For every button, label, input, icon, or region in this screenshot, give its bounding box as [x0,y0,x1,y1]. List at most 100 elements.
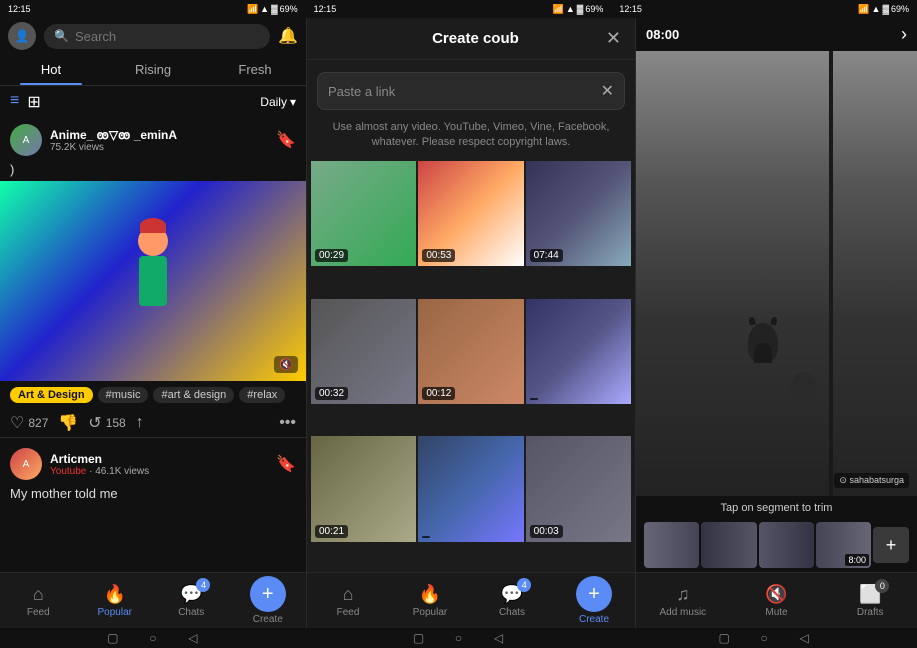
circle-button-mid[interactable]: ○ [449,628,469,648]
video-thumb-2[interactable]: 00:53 [418,161,523,266]
back-button-right[interactable]: ◁ [794,628,814,648]
add-clip-button[interactable]: + [873,527,909,563]
plus-clip-icon: + [886,535,897,556]
content-area[interactable]: A Anime_ ꙭ▽ꙭ _eminA 75.2K views 🔖 ) [0,118,306,572]
volume-icon[interactable]: 🔇 [274,356,298,373]
tag-relax[interactable]: #relax [239,387,285,403]
video-thumb-6[interactable] [526,299,631,404]
video-thumb-8[interactable] [418,436,523,541]
tab-hot[interactable]: Hot [0,54,102,85]
avatar-icon: 👤 [15,29,30,43]
tag-music[interactable]: #music [98,387,149,403]
trim-thumb-2[interactable] [701,522,756,568]
right-arrow-icon[interactable]: › [901,24,907,45]
time-right: 12:15 [619,4,642,14]
chats-badge-wrap: 💬 4 [180,584,202,605]
right-nav-add-music[interactable]: ♫ Add music [636,573,730,628]
video-duration-8 [422,536,430,538]
square-button-mid[interactable]: ▢ [409,628,429,648]
filter-daily-button[interactable]: Daily ▾ [260,95,296,109]
video-thumb-3[interactable]: 07:44 [526,161,631,266]
search-icon: 🔍 [54,29,69,43]
more-options-button[interactable]: ••• [279,414,296,432]
mid-nav-create[interactable]: + Create [553,573,635,628]
right-nav-mute[interactable]: 🔇 Mute [730,573,824,628]
status-bar: 12:15 📶 ▲ ▓ 69% 12:15 📶 ▲ ▓ 69% 12:15 📶 … [0,0,917,18]
post-1-header: A Anime_ ꙭ▽ꙭ _eminA 75.2K views 🔖 [0,118,306,162]
trim-strip: 8:00 + [644,520,909,570]
back-button-mid[interactable]: ◁ [489,628,509,648]
right-video-area[interactable]: ⊙ sahabatsurga [636,51,917,496]
video-thumb-1[interactable]: 00:29 [311,161,416,266]
video-duration-1: 00:29 [315,249,348,262]
paste-clear-icon[interactable]: ✕ [601,81,614,101]
notification-icon[interactable]: 🔔 [278,26,298,46]
video-duration-9: 00:03 [530,525,563,538]
right-nav-drafts[interactable]: ⬜ 0 Drafts [823,573,917,628]
post-1-bookmark-icon[interactable]: 🔖 [276,130,296,150]
like-button[interactable]: ♡ 827 [10,413,48,433]
tag-art-design[interactable]: Art & Design [10,387,93,403]
battery-icon-mid: ▓ [577,4,584,14]
status-bar-right: 12:15 📶 ▲ ▓ 69% [611,4,917,15]
video-duration-2: 00:53 [422,249,455,262]
paste-input-wrap[interactable]: Paste a link ✕ [317,72,625,110]
tab-rising[interactable]: Rising [102,54,204,85]
video-thumb-4[interactable]: 00:32 [311,299,416,404]
nav-feed[interactable]: ⌂ Feed [0,573,77,628]
circle-button[interactable]: ○ [143,628,163,648]
video-thumb-7[interactable]: 00:21 [311,436,416,541]
video-duration-6 [530,398,538,400]
nav-create[interactable]: + Create [230,573,307,628]
right-nav-mute-label: Mute [765,607,787,618]
nav-chats-label: Chats [178,607,204,618]
repost-count: 158 [106,416,126,430]
bottom-system-bar: ▢ ○ ◁ ▢ ○ ◁ ▢ ○ ◁ [0,628,917,648]
search-input-wrap[interactable]: 🔍 [44,24,270,49]
user-avatar[interactable]: 👤 [8,22,36,50]
video-thumb-5[interactable]: 00:12 [418,299,523,404]
square-button-right[interactable]: ▢ [714,628,734,648]
nav-chats[interactable]: 💬 4 Chats [153,573,230,628]
post-1-views: 75.2K views [50,142,268,153]
video-thumb-9[interactable]: 00:03 [526,436,631,541]
right-bottom-nav: ♫ Add music 🔇 Mute ⬜ 0 Drafts [636,572,917,628]
post-2-caption: My mother told me [0,486,306,505]
view-controls: ≡ ⊞ Daily ▾ [0,86,306,118]
trim-thumb-1[interactable] [644,522,699,568]
circle-button-right[interactable]: ○ [754,628,774,648]
mid-nav-chats[interactable]: 💬 4 Chats [471,573,553,628]
trim-time-badge: 8:00 [845,554,869,566]
back-button[interactable]: ◁ [183,628,203,648]
nav-popular[interactable]: 🔥 Popular [77,573,154,628]
chats-badge: 4 [196,578,210,592]
trim-thumb-4[interactable]: 8:00 [816,522,871,568]
share-icon: ↑ [136,414,144,432]
share-button[interactable]: ↑ [136,414,144,432]
square-button[interactable]: ▢ [103,628,123,648]
grid-view-icon[interactable]: ⊞ [27,92,40,112]
trim-thumb-3[interactable] [759,522,814,568]
create-button[interactable]: + [250,576,286,612]
tab-fresh[interactable]: Fresh [204,54,306,85]
thumbs-down-icon: 👎 [58,413,78,433]
post-card-1: A Anime_ ꙭ▽ꙭ _eminA 75.2K views 🔖 ) [0,118,306,437]
dislike-button[interactable]: 👎 [58,413,78,433]
post-2-username: Articmen [50,452,268,466]
tag-art-design-2[interactable]: #art & design [153,387,234,403]
video-duration-5: 00:12 [422,387,455,400]
post-1-image[interactable]: 🔇 [0,181,306,381]
search-input[interactable] [75,29,260,44]
mid-nav-feed[interactable]: ⌂ Feed [307,573,389,628]
mid-nav-popular[interactable]: 🔥 Popular [389,573,471,628]
nav-popular-label: Popular [98,607,132,618]
system-icons-left: 📶 ▲ ▓ 69% [247,4,298,15]
close-button[interactable]: ✕ [606,28,621,49]
bottom-sys-right: ▢ ○ ◁ [611,628,917,648]
post-2-source-views: Youtube · 46.1K views [50,466,268,477]
post-2-bookmark-icon[interactable]: 🔖 [276,454,296,474]
post-2-view-count: 46.1K views [95,466,149,477]
mid-create-button[interactable]: + [576,576,612,612]
list-view-icon[interactable]: ≡ [10,92,19,112]
repost-button[interactable]: ↺ 158 [88,413,125,433]
